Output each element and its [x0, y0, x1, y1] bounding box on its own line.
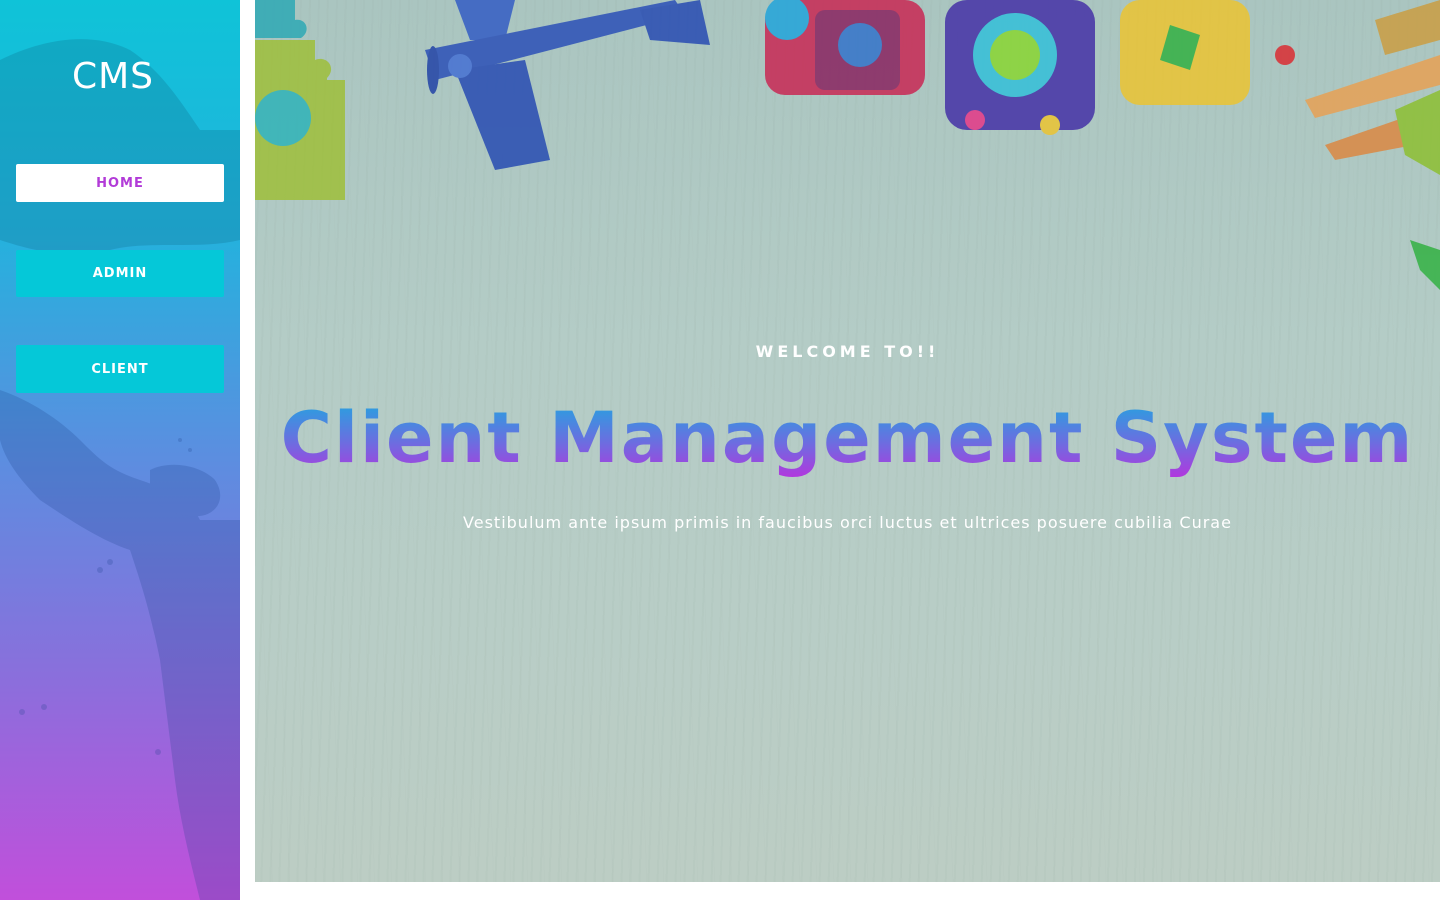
nav-home-button[interactable]: HOME: [16, 164, 224, 202]
page-title: Client Management System: [255, 394, 1440, 482]
pencils-decoration: [1305, 0, 1440, 290]
page-title-text: Client Management System: [280, 397, 1415, 479]
toy-train-decoration: [765, 0, 1295, 135]
nav-admin-button[interactable]: ADMIN: [16, 250, 224, 297]
sidebar: CMS HOME ADMIN CLIENT: [0, 0, 240, 900]
world-map-decoration: [0, 39, 240, 900]
puzzle-piece-decoration: [255, 0, 345, 200]
nav-client-button[interactable]: CLIENT: [16, 345, 224, 393]
welcome-eyebrow: WELCOME TO!!: [755, 342, 940, 361]
brand-logo[interactable]: CMS: [0, 56, 226, 97]
hero-section: WELCOME TO!! Client Management System Ve…: [255, 0, 1440, 882]
hero-subtitle: Vestibulum ante ipsum primis in faucibus…: [463, 513, 1232, 532]
toy-airplane-decoration: [425, 0, 710, 170]
